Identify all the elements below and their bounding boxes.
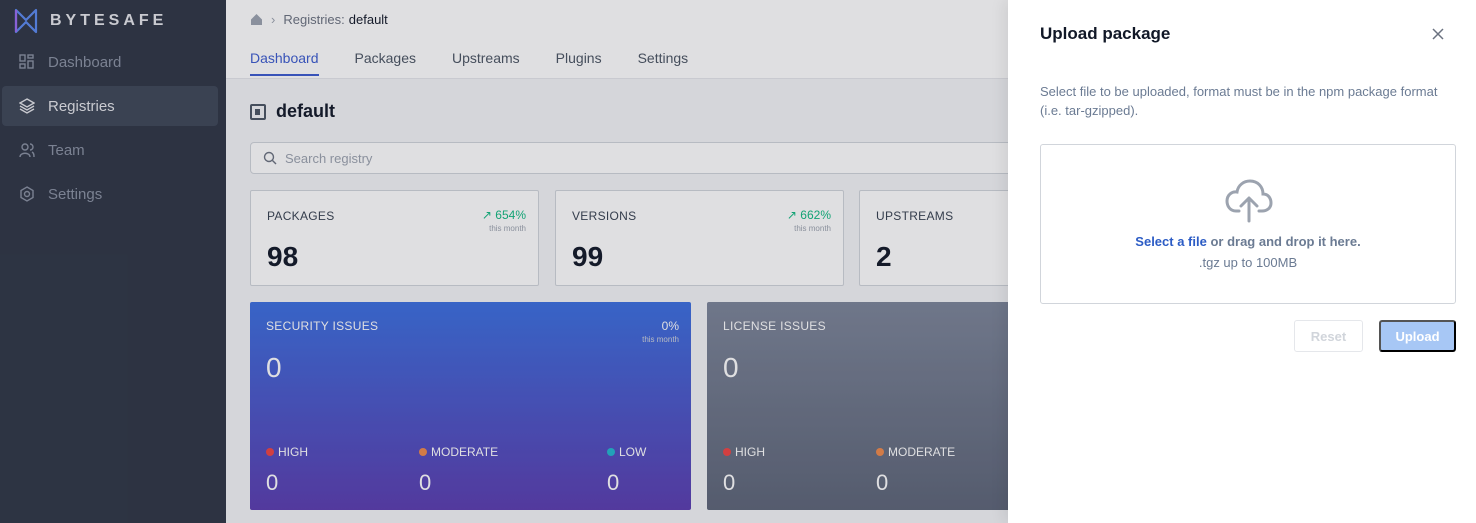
drawer-title: Upload package (1040, 24, 1171, 43)
modal-backdrop[interactable] (0, 0, 1008, 523)
close-button[interactable] (1428, 24, 1448, 44)
drawer-description: Select file to be uploaded, format must … (1040, 84, 1438, 118)
dropzone-limits: .tgz up to 100MB (1198, 255, 1298, 270)
dropzone-instructions: Select a file or drag and drop it here. (1041, 234, 1455, 249)
file-dropzone[interactable]: Select a file or drag and drop it here. … (1040, 144, 1456, 304)
drop-hint: or drag and drop it here. (1206, 234, 1361, 249)
cloud-upload-icon (1225, 179, 1273, 223)
reset-button[interactable]: Reset (1294, 320, 1363, 352)
select-file-link[interactable]: Select a file (1135, 234, 1207, 249)
upload-package-drawer: Upload package Select file to be uploade… (1008, 0, 1476, 523)
close-icon (1432, 28, 1444, 40)
upload-button[interactable]: Upload (1379, 320, 1456, 352)
